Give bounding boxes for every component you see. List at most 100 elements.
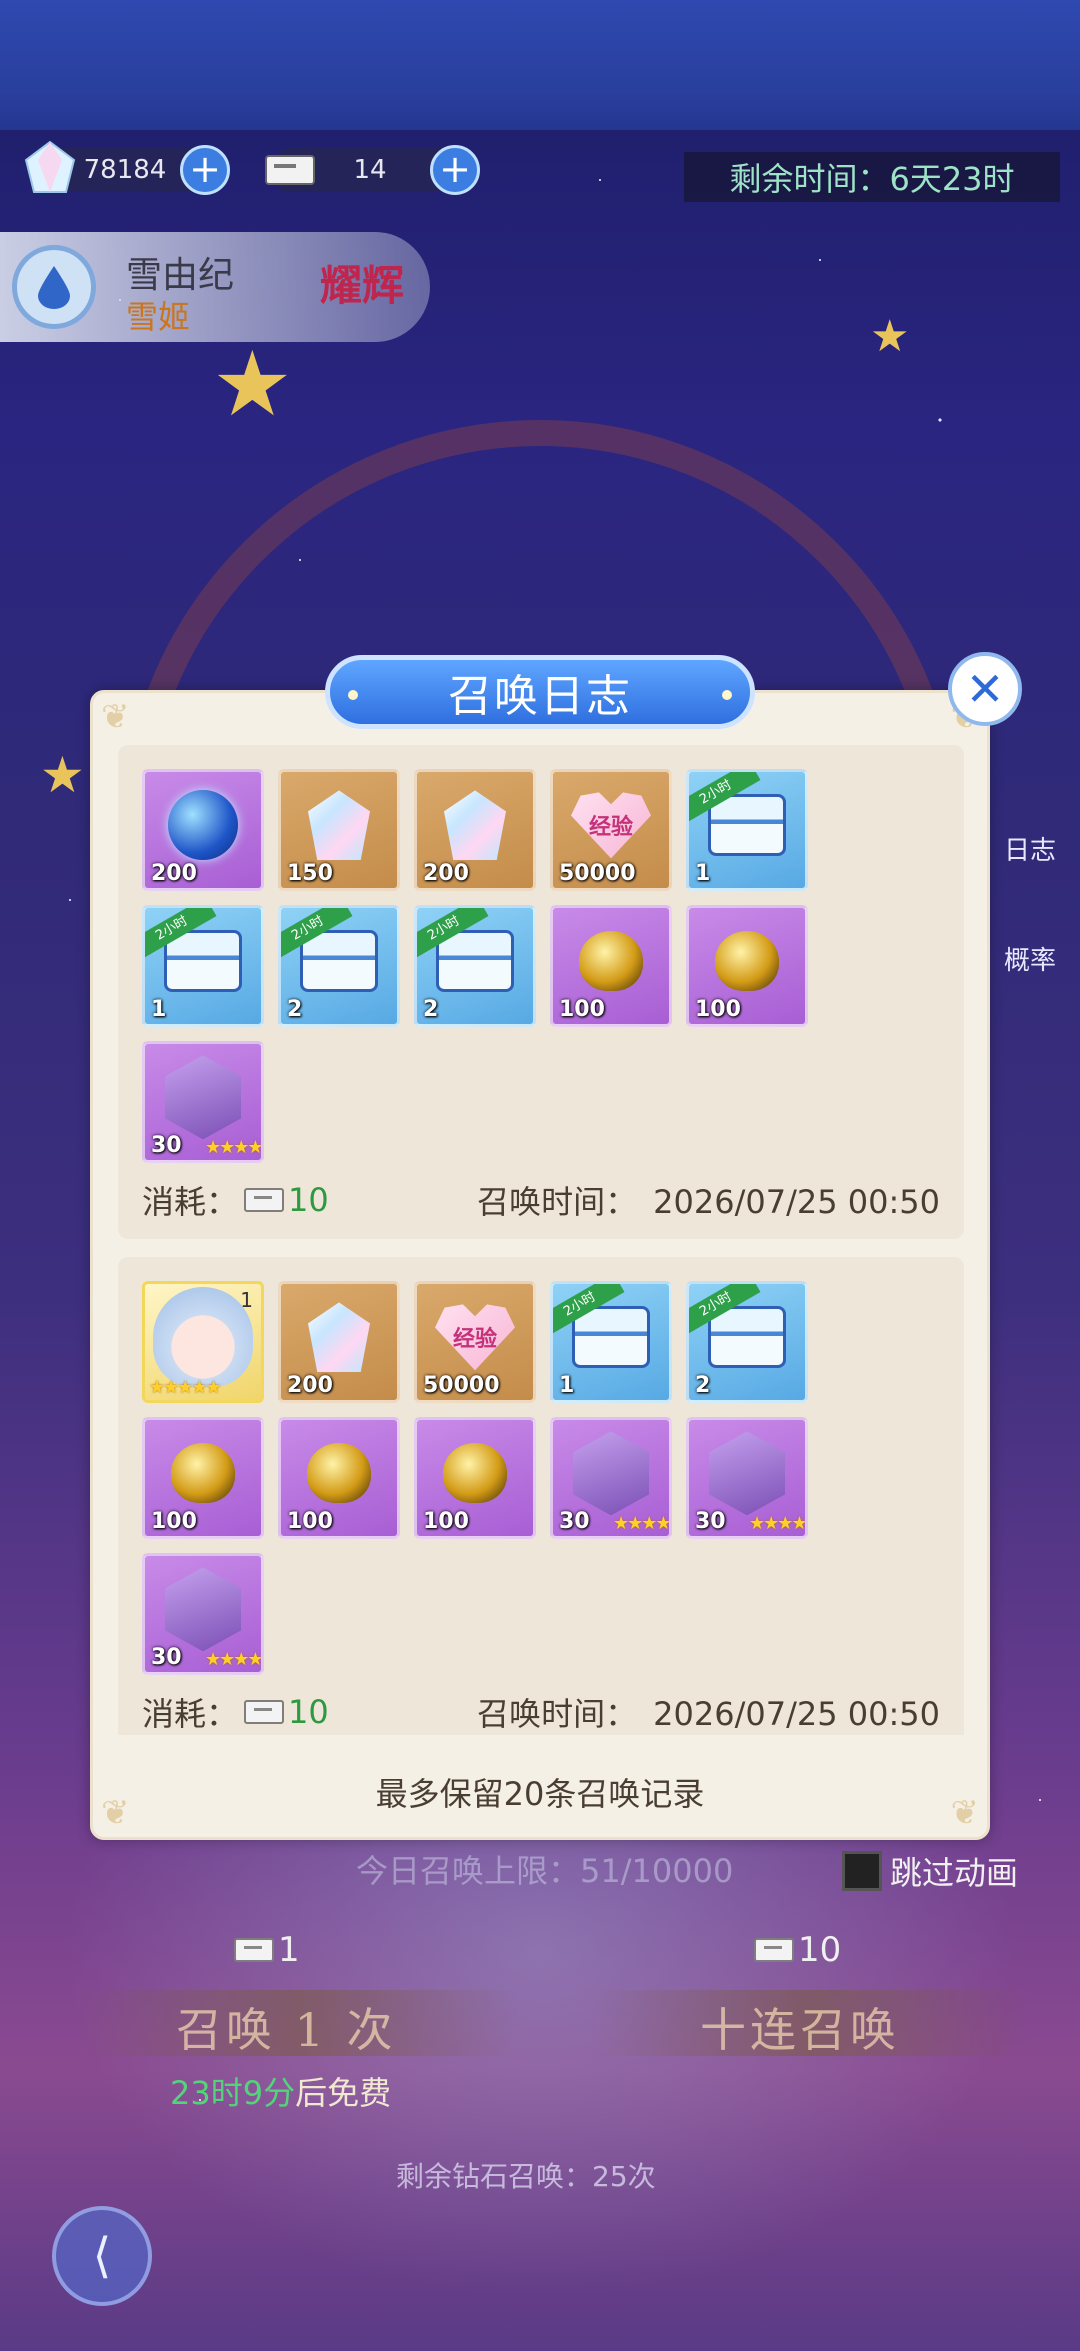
character-card[interactable]: 雪由纪 雪姬 耀辉	[0, 232, 430, 342]
log-entry: 1 ★★★★★ 200 经验 50000 2小时 1 2小时 2 100 100 100 30 ★★★★ 3…	[118, 1257, 964, 1735]
reward-item[interactable]: 2小时 1	[686, 769, 808, 891]
reward-item[interactable]: 经验 50000	[414, 1281, 536, 1403]
reward-item[interactable]: 30 ★★★★	[142, 1041, 264, 1163]
time-label: 召唤时间：	[477, 1695, 638, 1733]
reward-grid: 1 ★★★★★ 200 经验 50000 2小时 1 2小时 2 100 100 100 30 ★★★★ 3…	[142, 1281, 940, 1675]
diamond-crystal-icon	[444, 790, 506, 861]
skip-animation-label: 跳过动画	[890, 1854, 1019, 1892]
ticket-icon	[265, 155, 315, 185]
character-name: 雪由纪	[126, 255, 235, 296]
reward-item[interactable]: 经验 50000	[550, 769, 672, 891]
treasure-chest-icon	[572, 1306, 650, 1369]
reward-item[interactable]: 100	[686, 905, 808, 1027]
top-banner	[0, 0, 1080, 130]
reward-item[interactable]: 200	[278, 1281, 400, 1403]
golden-egg-icon	[443, 1443, 507, 1504]
star-rating: ★★★★	[205, 1137, 262, 1158]
ten-summon-label: 十连召唤	[700, 2003, 900, 2057]
time-label: 召唤时间：	[477, 1183, 638, 1221]
reward-item[interactable]: 30 ★★★★	[550, 1417, 672, 1539]
magic-orb-icon	[168, 790, 238, 861]
reward-item[interactable]: 30 ★★★★	[686, 1417, 808, 1539]
star-rating: ★★★★	[205, 1649, 262, 1670]
rate-side-button[interactable]: 概率	[990, 900, 1070, 977]
purple-gem-icon	[573, 1431, 649, 1516]
treasure-chest-icon	[436, 930, 514, 993]
free-suffix: 后免费	[295, 2074, 392, 2112]
free-timer: 23时9分	[170, 2074, 296, 2112]
log-side-button[interactable]: 日志	[990, 790, 1070, 867]
summon-log-list[interactable]: 200 150 200 经验 50000 2小时 1 2小时 1 2小时 2 2小时 2 100 100 30…	[118, 745, 964, 1735]
cost-value: 10	[288, 1693, 329, 1731]
diamond-counter: 78184 +	[24, 140, 230, 195]
ten-summon-cost-value: 10	[798, 1930, 842, 1970]
treasure-chest-icon	[708, 1306, 786, 1369]
water-element-icon	[12, 245, 96, 329]
reward-item[interactable]: 100	[414, 1417, 536, 1539]
reward-item[interactable]: 200	[414, 769, 536, 891]
exp-label: 经验	[588, 815, 633, 841]
remaining-time: 剩余时间：6天23时	[684, 152, 1060, 202]
reward-count: 2	[287, 997, 303, 1022]
entry-time: 召唤时间： 2026/07/25 00:50	[477, 1177, 940, 1223]
golden-egg-icon	[715, 931, 779, 992]
cost-label: 消耗：	[142, 1183, 239, 1221]
skip-animation-toggle[interactable]: 跳过动画	[842, 1848, 1018, 1894]
purple-gem-icon	[165, 1055, 241, 1140]
single-summon-cost: 1	[228, 1930, 300, 1970]
reward-count: 30	[559, 1509, 590, 1534]
reward-item[interactable]: 100	[278, 1417, 400, 1539]
reward-item[interactable]: 2小时 2	[686, 1281, 808, 1403]
rate-side-label: 概率	[1003, 946, 1056, 976]
star-ornament-icon: ★	[40, 746, 85, 804]
ticket-icon	[234, 1938, 274, 1962]
reward-count: 1	[151, 997, 167, 1022]
reward-count: 100	[151, 1509, 197, 1534]
time-value: 2026/07/25 00:50	[653, 1183, 940, 1221]
add-tickets-button[interactable]: +	[430, 145, 480, 195]
star-rating: ★★★★★	[149, 1377, 222, 1398]
reward-item[interactable]: 200	[142, 769, 264, 891]
log-footer-note: 最多保留20条召唤记录	[375, 1775, 705, 1813]
star-rating: ★★★★	[613, 1513, 670, 1534]
entry-time: 召唤时间： 2026/07/25 00:50	[477, 1689, 940, 1735]
reward-count: 1	[559, 1373, 575, 1398]
back-button[interactable]: ⟨	[52, 2206, 152, 2306]
back-arrow-icon: ⟨	[92, 2228, 112, 2284]
reward-count: 100	[695, 997, 741, 1022]
reward-count: 100	[559, 997, 605, 1022]
exp-label: 经验	[452, 1327, 497, 1353]
cost-value: 10	[288, 1181, 329, 1219]
diamond-crystal-icon	[308, 790, 370, 861]
reward-item[interactable]: 2小时 1	[142, 905, 264, 1027]
entry-meta: 消耗： 10 召唤时间： 2026/07/25 00:50	[142, 1689, 940, 1735]
reward-count: 200	[423, 861, 469, 886]
reward-count: 200	[151, 861, 197, 886]
star-ornament-icon: ★	[870, 311, 910, 362]
reward-count: 1	[695, 861, 711, 886]
close-button[interactable]: ✕	[948, 652, 1022, 726]
entry-meta: 消耗： 10 召唤时间： 2026/07/25 00:50	[142, 1177, 940, 1223]
character-title: 雪姬	[126, 298, 191, 336]
reward-item[interactable]: 2小时 2	[278, 905, 400, 1027]
daily-limit: 今日召唤上限：51/10000	[356, 1852, 734, 1890]
reward-count: 30	[151, 1645, 182, 1670]
star-rating: ★★★★	[749, 1513, 806, 1534]
add-diamonds-button[interactable]: +	[180, 145, 230, 195]
treasure-chest-icon	[164, 930, 242, 993]
reward-item[interactable]: 1 ★★★★★	[142, 1281, 264, 1403]
skip-animation-checkbox[interactable]	[842, 1851, 882, 1891]
reward-item[interactable]: 30 ★★★★	[142, 1553, 264, 1675]
reward-item[interactable]: 2小时 2	[414, 905, 536, 1027]
log-side-label: 日志	[1003, 836, 1056, 866]
reward-item[interactable]: 100	[550, 905, 672, 1027]
treasure-chest-icon	[300, 930, 378, 993]
reward-item[interactable]: 100	[142, 1417, 264, 1539]
close-icon: ✕	[965, 662, 1005, 716]
reward-count: 100	[423, 1509, 469, 1534]
reward-count: 30	[695, 1509, 726, 1534]
reward-grid: 200 150 200 经验 50000 2小时 1 2小时 1 2小时 2 2小时 2 100 100 30…	[142, 769, 940, 1163]
reward-item[interactable]: 2小时 1	[550, 1281, 672, 1403]
reward-item[interactable]: 150	[278, 769, 400, 891]
time-value: 2026/07/25 00:50	[653, 1695, 940, 1733]
